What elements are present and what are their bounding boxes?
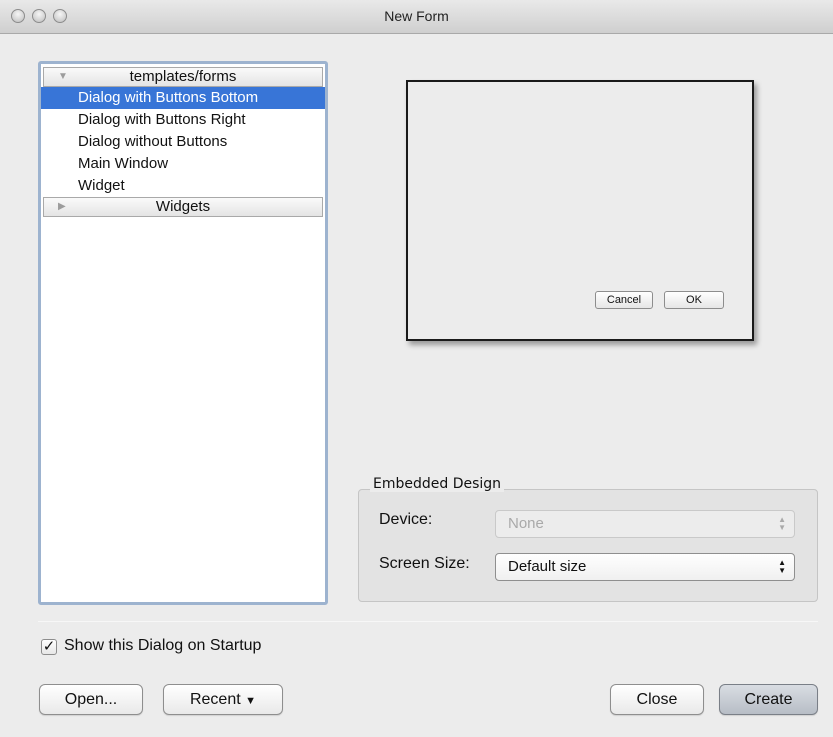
triangle-right-icon[interactable]: ▶ bbox=[58, 198, 66, 216]
recent-button[interactable]: Recent ▼ bbox=[163, 684, 283, 715]
show-on-startup-label[interactable]: Show this Dialog on Startup bbox=[64, 637, 261, 655]
open-button[interactable]: Open... bbox=[39, 684, 143, 715]
embedded-design-group bbox=[358, 489, 818, 602]
show-on-startup-checkbox[interactable]: ✓ bbox=[41, 639, 57, 655]
caret-down-icon: ▼ bbox=[245, 695, 257, 707]
title-bar: New Form bbox=[0, 0, 833, 34]
tree-item-dialog-without-buttons[interactable]: Dialog without Buttons bbox=[41, 131, 325, 153]
device-select-value: None bbox=[508, 515, 544, 532]
close-button[interactable]: Close bbox=[610, 684, 704, 715]
template-tree[interactable]: ▼ templates/forms Dialog with Buttons Bo… bbox=[38, 61, 328, 605]
tree-item-widget[interactable]: Widget bbox=[41, 175, 325, 197]
tree-item-main-window[interactable]: Main Window bbox=[41, 153, 325, 175]
tree-group-widgets[interactable]: ▶ Widgets bbox=[43, 197, 323, 217]
screen-size-select-value: Default size bbox=[508, 558, 587, 575]
preview-cancel-button: Cancel bbox=[595, 291, 653, 309]
screen-size-select[interactable]: Default size ▲ ▼ bbox=[495, 553, 795, 581]
tree-group-label: templates/forms bbox=[129, 68, 237, 85]
triangle-down-icon[interactable]: ▼ bbox=[58, 68, 68, 86]
device-label: Device: bbox=[379, 511, 433, 528]
recent-button-label: Recent bbox=[189, 691, 241, 708]
device-select[interactable]: None ▲ ▼ bbox=[495, 510, 795, 538]
select-arrows-icon: ▲ ▼ bbox=[778, 558, 786, 575]
create-button[interactable]: Create bbox=[719, 684, 818, 715]
form-preview: Cancel OK bbox=[406, 80, 754, 341]
embedded-design-title: Embedded Design bbox=[370, 476, 505, 492]
screen-size-label: Screen Size: bbox=[379, 555, 470, 572]
preview-ok-button: OK bbox=[664, 291, 724, 309]
window-title: New Form bbox=[384, 8, 449, 24]
select-arrows-icon: ▲ ▼ bbox=[778, 515, 786, 532]
separator bbox=[38, 621, 818, 622]
tree-group-templates-forms[interactable]: ▼ templates/forms bbox=[43, 67, 323, 87]
tree-item-dialog-buttons-right[interactable]: Dialog with Buttons Right bbox=[41, 109, 325, 131]
tree-item-dialog-buttons-bottom[interactable]: Dialog with Buttons Bottom bbox=[41, 87, 325, 109]
tree-group-label: Widgets bbox=[155, 198, 211, 215]
